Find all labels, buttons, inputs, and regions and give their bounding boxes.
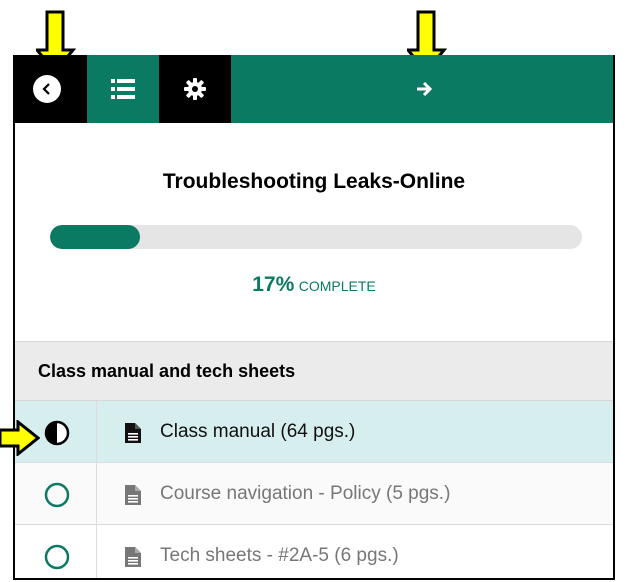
document-icon — [125, 485, 141, 505]
lesson-label: Class manual (64 pgs.) — [160, 421, 356, 442]
annotation-arrow-right-icon — [0, 420, 40, 456]
top-toolbar — [15, 55, 613, 123]
progress-percent: 17% — [252, 273, 295, 296]
chevron-left-icon — [33, 75, 61, 103]
progress-bar — [50, 225, 582, 249]
next-button[interactable] — [231, 55, 613, 123]
lesson-status-cell — [15, 463, 97, 524]
empty-circle-status-icon — [44, 482, 70, 508]
gear-icon — [184, 78, 206, 100]
lesson-status-cell — [15, 525, 97, 578]
document-icon — [125, 423, 141, 443]
half-circle-status-icon — [44, 420, 70, 446]
lesson-item[interactable]: Tech sheets - #2A-5 (6 pgs.) — [15, 525, 613, 578]
lesson-item[interactable]: Course navigation - Policy (5 pgs.) — [15, 463, 613, 525]
lesson-label: Tech sheets - #2A-5 (6 pgs.) — [160, 545, 399, 566]
course-player-panel: Troubleshooting Leaks-Online 17% COMPLET… — [13, 55, 615, 580]
document-icon — [125, 547, 141, 567]
list-icon — [110, 77, 136, 101]
progress-bar-fill — [50, 225, 141, 249]
section-header[interactable]: Class manual and tech sheets — [15, 341, 613, 401]
progress-suffix: COMPLETE — [298, 278, 376, 294]
settings-button[interactable] — [159, 55, 231, 123]
section-title: Class manual and tech sheets — [38, 361, 296, 381]
back-button[interactable] — [15, 55, 87, 123]
progress-text: 17% COMPLETE — [15, 273, 613, 297]
lesson-label: Course navigation - Policy (5 pgs.) — [160, 483, 451, 504]
empty-circle-status-icon — [44, 544, 70, 570]
course-title: Troubleshooting Leaks-Online — [162, 170, 466, 193]
lesson-item[interactable]: Class manual (64 pgs.) — [15, 401, 613, 463]
arrow-right-icon — [414, 79, 434, 99]
outline-button[interactable] — [87, 55, 159, 123]
